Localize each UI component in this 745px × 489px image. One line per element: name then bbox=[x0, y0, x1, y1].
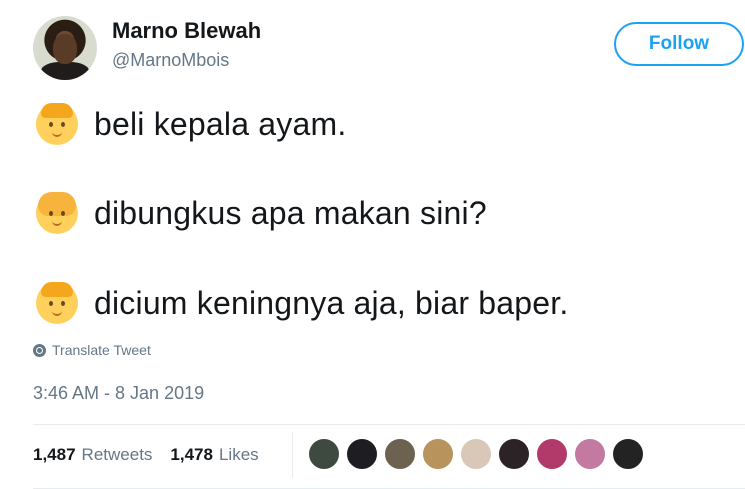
boy-face-emoji bbox=[36, 103, 78, 145]
user-avatar[interactable] bbox=[33, 16, 97, 80]
likes-label[interactable]: Likes bbox=[219, 445, 259, 465]
liker-avatar[interactable] bbox=[612, 438, 644, 470]
liker-avatar[interactable] bbox=[460, 438, 492, 470]
tweet-timestamp[interactable]: 3:46 AM - 8 Jan 2019 bbox=[33, 383, 204, 404]
tweet-line-2: dibungkus apa makan sini? bbox=[36, 192, 487, 234]
tweet-line-1: beli kepala ayam. bbox=[36, 103, 346, 145]
user-name[interactable]: Marno Blewah bbox=[112, 18, 261, 44]
tweet-stats: 1,487 Retweets 1,478 Likes bbox=[33, 445, 277, 465]
liker-avatar[interactable] bbox=[498, 438, 530, 470]
translate-label: Translate Tweet bbox=[52, 342, 151, 358]
user-handle[interactable]: @MarnoMbois bbox=[112, 50, 229, 71]
retweets-label[interactable]: Retweets bbox=[82, 445, 153, 465]
avatar-shirt bbox=[41, 62, 89, 80]
liker-avatar[interactable] bbox=[574, 438, 606, 470]
liker-avatar[interactable] bbox=[308, 438, 340, 470]
liker-avatar[interactable] bbox=[422, 438, 454, 470]
tweet-text-line-1: beli kepala ayam. bbox=[94, 105, 347, 142]
tweet-text-line-3: dicium keningnya aja, biar baper. bbox=[94, 284, 569, 321]
likes-count[interactable]: 1,478 bbox=[170, 445, 213, 465]
liker-avatar[interactable] bbox=[536, 438, 568, 470]
girl-face-emoji bbox=[36, 192, 78, 234]
retweets-count[interactable]: 1,487 bbox=[33, 445, 76, 465]
globe-icon bbox=[33, 343, 46, 357]
follow-button[interactable]: Follow bbox=[614, 22, 744, 66]
translate-tweet-link[interactable]: Translate Tweet bbox=[33, 342, 151, 358]
liker-avatar[interactable] bbox=[346, 438, 378, 470]
stats-separator bbox=[292, 432, 293, 478]
boy-face-emoji bbox=[36, 282, 78, 324]
tweet-line-3: dicium keningnya aja, biar baper. bbox=[36, 282, 568, 324]
avatar-face bbox=[53, 34, 77, 64]
liker-avatar[interactable] bbox=[384, 438, 416, 470]
stats-top-divider bbox=[33, 424, 745, 425]
liker-avatars bbox=[308, 438, 650, 470]
tweet-text-line-2: dibungkus apa makan sini? bbox=[94, 194, 487, 231]
